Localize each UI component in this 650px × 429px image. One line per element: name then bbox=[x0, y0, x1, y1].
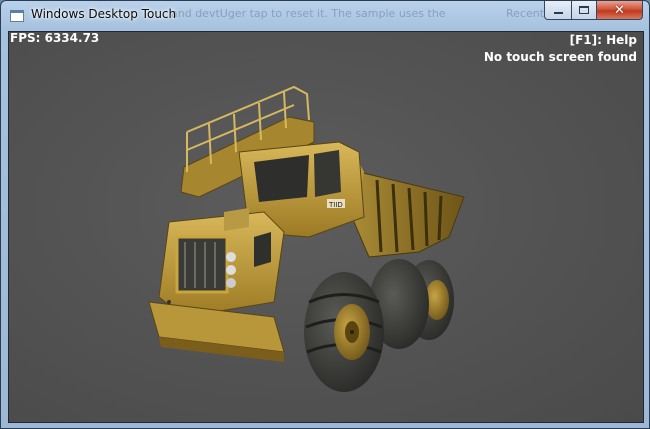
dump-truck-model[interactable]: TIID bbox=[9, 32, 644, 423]
close-button[interactable]: ✕ bbox=[597, 1, 643, 20]
app-window: Windows Desktop Touch and devtUger tap t… bbox=[0, 0, 650, 429]
caption-buttons: ✕ bbox=[544, 1, 643, 20]
background-window-text: and devtUger tap to reset it. The sample… bbox=[171, 7, 446, 20]
title-bar[interactable]: Windows Desktop Touch and devtUger tap t… bbox=[1, 1, 649, 31]
close-icon: ✕ bbox=[614, 2, 625, 18]
minimize-button[interactable] bbox=[544, 1, 571, 20]
background-window-text-2: Recent bbox=[506, 7, 545, 20]
touch-status: No touch screen found bbox=[483, 50, 637, 64]
maximize-button[interactable] bbox=[571, 1, 597, 20]
window-app-icon[interactable] bbox=[10, 10, 24, 22]
fps-counter: FPS: 6334.73 bbox=[10, 31, 100, 45]
minimize-icon bbox=[553, 12, 563, 14]
help-hint: [F1]: Help bbox=[569, 33, 637, 47]
maximize-icon bbox=[579, 6, 589, 14]
window-title: Windows Desktop Touch bbox=[31, 7, 177, 21]
render-viewport[interactable]: TIID FPS: 6334.73 [F1]: Help No touch sc… bbox=[8, 31, 644, 423]
cab-plate-text: TIID bbox=[328, 201, 343, 209]
